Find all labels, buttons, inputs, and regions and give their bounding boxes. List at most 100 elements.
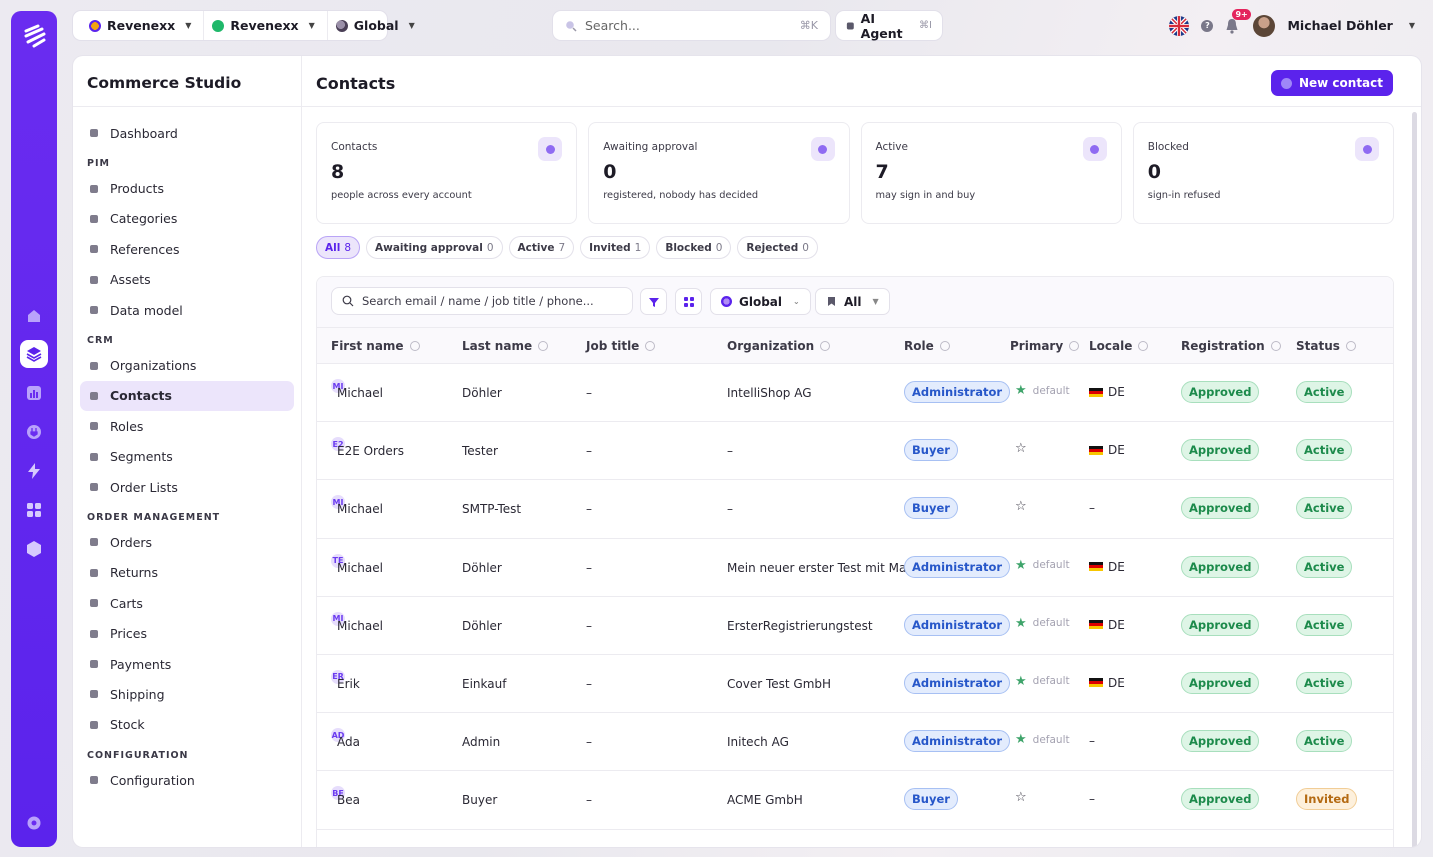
- column-header-organization[interactable]: Organization: [727, 339, 831, 353]
- table-search-input[interactable]: Search email / name / job title / phone.…: [331, 287, 633, 315]
- filter-chip-all[interactable]: All 8: [316, 236, 361, 259]
- switch-organization[interactable]: Revenexx ▼: [81, 11, 199, 40]
- filter-chip-blocked[interactable]: Blocked 0: [656, 236, 732, 259]
- filter-chip-awaiting-approval[interactable]: Awaiting approval 0: [366, 236, 503, 259]
- filter-chip-rejected[interactable]: Rejected 0: [737, 236, 818, 259]
- global-search[interactable]: Search... ⌘K: [553, 11, 830, 40]
- sidebar-item-assets[interactable]: Assets: [80, 265, 294, 295]
- cube-icon[interactable]: [20, 535, 48, 563]
- filter-chip-invited[interactable]: Invited 1: [580, 236, 651, 259]
- table-row[interactable]: MI Michael SMTP-Test – – Buyer ☆ – Approved Activ…: [317, 480, 1393, 539]
- apps-grid-icon[interactable]: [20, 496, 48, 524]
- filter-funnel-icon[interactable]: [640, 288, 667, 315]
- primary-star-icon[interactable]: ☆: [1015, 790, 1027, 805]
- registration-badge: Approved: [1181, 613, 1260, 636]
- primary-star-icon[interactable]: ★ default: [1015, 674, 1070, 689]
- check-icon: [1082, 137, 1107, 161]
- sidebar-item-products[interactable]: Products: [80, 173, 294, 203]
- sidebar-item-label: Returns: [110, 565, 158, 581]
- sidebar-item-categories[interactable]: Categories: [80, 204, 294, 234]
- table-row[interactable]: MI Michael Döhler – ErsterRegistrierungstest…: [317, 597, 1393, 655]
- sidebar-item-data-model[interactable]: Data model: [80, 295, 294, 325]
- table-row[interactable]: TE Michael Döhler – Mein neuer erster Test m…: [317, 539, 1393, 597]
- notifications-bell-icon[interactable]: 9+: [1225, 8, 1251, 34]
- columns-grid-icon[interactable]: [675, 288, 702, 315]
- user-name[interactable]: Michael Döhler: [1287, 18, 1392, 33]
- help-icon[interactable]: ?: [1201, 19, 1214, 32]
- sidebar-item-prices[interactable]: Prices: [80, 618, 294, 648]
- status-badge: Active: [1296, 671, 1353, 694]
- channel-dot-icon: [212, 19, 225, 32]
- home-icon[interactable]: [20, 302, 48, 330]
- table-row[interactable]: MI Michael Döhler – IntelliShop AG Administra…: [317, 364, 1393, 423]
- primary-star-icon[interactable]: ★ default: [1015, 558, 1070, 573]
- sidebar-item-orders[interactable]: Orders: [80, 527, 294, 557]
- locale-label: DE: [1108, 443, 1125, 458]
- sidebar-item-carts[interactable]: Carts: [80, 588, 294, 618]
- lightning-icon[interactable]: [20, 457, 48, 485]
- plugin-icon[interactable]: [20, 418, 48, 446]
- column-header-job-title[interactable]: Job title: [586, 339, 656, 353]
- column-header-last-name[interactable]: Last name: [462, 339, 549, 353]
- column-header-status[interactable]: Status: [1296, 339, 1356, 353]
- settings-gear-icon[interactable]: [20, 809, 48, 837]
- payments-icon: [88, 658, 100, 670]
- notifications-badge: 9+: [1232, 8, 1251, 20]
- last-name: Tester: [462, 444, 498, 459]
- language-flag-icon[interactable]: [1169, 15, 1190, 36]
- ai-agent-shortcut: ⌘I: [919, 20, 932, 31]
- organization: IntelliShop AG: [727, 386, 812, 400]
- switch-scope[interactable]: Global ▼: [326, 11, 423, 40]
- switch-channel[interactable]: Revenexx ▼: [203, 11, 322, 40]
- returns-icon: [88, 567, 100, 579]
- kpi-label: Contacts: [331, 141, 378, 153]
- primary-star-icon[interactable]: ☆: [1015, 499, 1027, 514]
- categories-icon: [88, 213, 100, 225]
- column-header-primary[interactable]: Primary: [1010, 339, 1080, 353]
- chevron-down-icon[interactable]: ▼: [1409, 21, 1415, 30]
- kpi-label: Active: [875, 141, 908, 153]
- app-logo-icon[interactable]: [22, 23, 48, 49]
- sidebar-item-segments[interactable]: Segments: [80, 442, 294, 472]
- column-header-role[interactable]: Role: [904, 339, 950, 353]
- filter-chip-count: 0: [802, 241, 809, 254]
- sidebar-item-contacts[interactable]: Contacts: [80, 380, 294, 412]
- primary-star-icon[interactable]: ★ default: [1015, 616, 1070, 631]
- column-header-locale[interactable]: Locale: [1089, 339, 1149, 353]
- ai-agent-button[interactable]: AI Agent ⌘I: [836, 11, 942, 41]
- layers-icon[interactable]: [20, 340, 48, 368]
- table-row[interactable]: ER Erik Einkauf – Cover Test GmbH Administrat…: [317, 655, 1393, 714]
- primary-star-icon[interactable]: ★ default: [1015, 732, 1070, 747]
- analytics-icon[interactable]: [20, 379, 48, 407]
- primary-star-icon[interactable]: ★ default: [1015, 383, 1070, 398]
- primary-star-icon[interactable]: ☆: [1015, 441, 1027, 456]
- sidebar-item-returns[interactable]: Returns: [80, 558, 294, 588]
- sidebar-item-references[interactable]: References: [80, 234, 294, 264]
- kpi-card-awaiting-approval: Awaiting approval 0 registered, nobody h…: [588, 122, 850, 224]
- table-row[interactable]: E2 E2E Orders Tester – – Buyer ☆ DE Approved Acti…: [317, 422, 1393, 481]
- primary-default-label: default: [1032, 733, 1070, 746]
- sidebar-item-dashboard[interactable]: Dashboard: [80, 118, 294, 148]
- sidebar-item-configuration[interactable]: Configuration: [80, 765, 294, 795]
- page-scrollbar[interactable]: [1412, 112, 1417, 847]
- first-name: Michael: [337, 386, 383, 400]
- column-header-registration[interactable]: Registration: [1181, 339, 1281, 353]
- scope-dropdown[interactable]: Global ⌄: [710, 288, 811, 315]
- app-rail: [11, 11, 57, 847]
- locale: DE: [1089, 560, 1125, 574]
- list-dropdown[interactable]: All ▼: [815, 288, 890, 315]
- table-row[interactable]: AD Ada Admin – Initech AG Administrator ★ defau…: [317, 713, 1393, 772]
- sidebar-item-order-lists[interactable]: Order Lists: [80, 472, 294, 502]
- table-row[interactable]: BE Bea Buyer – ACME GmbH Buyer ☆ – Approved Invit…: [317, 771, 1393, 830]
- filter-chip-active[interactable]: Active 7: [508, 236, 575, 259]
- sidebar-item-stock[interactable]: Stock: [80, 710, 294, 740]
- sidebar-item-payments[interactable]: Payments: [80, 649, 294, 679]
- user-avatar[interactable]: [1253, 14, 1276, 37]
- column-header-first-name[interactable]: First name: [331, 339, 420, 353]
- sidebar-item-organizations[interactable]: Organizations: [80, 350, 294, 380]
- sidebar-item-shipping[interactable]: Shipping: [80, 679, 294, 709]
- new-contact-label: New contact: [1298, 76, 1383, 90]
- carts-icon: [88, 597, 100, 609]
- new-contact-button[interactable]: New contact: [1270, 70, 1393, 96]
- sidebar-item-roles[interactable]: Roles: [80, 411, 294, 441]
